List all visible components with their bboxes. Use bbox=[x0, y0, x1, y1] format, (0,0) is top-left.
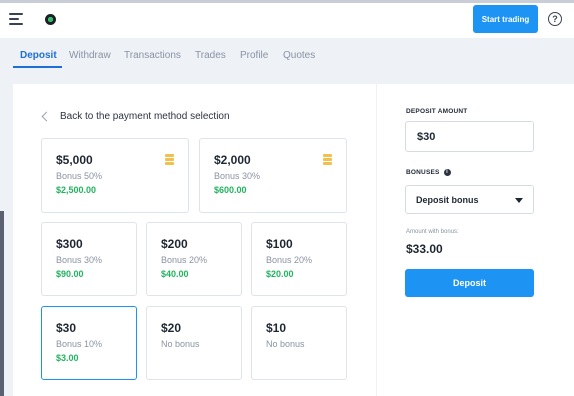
deposit-amount-field[interactable]: $30 bbox=[405, 121, 534, 152]
tab-withdraw[interactable]: Withdraw bbox=[69, 50, 111, 61]
option-amount: $5,000 bbox=[56, 153, 93, 167]
bonus-select[interactable]: Deposit bonus bbox=[405, 185, 534, 214]
option-bonus: Bonus 20% bbox=[266, 255, 313, 265]
option-bonus: Bonus 20% bbox=[161, 255, 208, 265]
deposit-button[interactable]: Deposit bbox=[405, 269, 534, 297]
back-link-label: Back to the payment method selection bbox=[60, 110, 230, 122]
back-to-payment-methods-link[interactable]: Back to the payment method selection bbox=[41, 109, 230, 123]
option-bonus-value: $2,500.00 bbox=[56, 185, 97, 195]
option-bonus-value: $3.00 bbox=[56, 353, 79, 363]
tab-transactions[interactable]: Transactions bbox=[124, 50, 181, 61]
bonuses-label-text: BONUSES bbox=[406, 169, 440, 177]
option-amount: $30 bbox=[56, 321, 77, 335]
tab-deposit[interactable]: Deposit bbox=[20, 50, 57, 61]
coins-icon bbox=[323, 154, 332, 166]
tab-profile[interactable]: Profile bbox=[240, 50, 268, 61]
caret-down-icon bbox=[515, 198, 523, 203]
option-bonus-value: $40.00 bbox=[161, 269, 189, 279]
top-edge-divider bbox=[0, 0, 574, 3]
bonus-select-value: Deposit bonus bbox=[416, 194, 479, 205]
amount-with-bonus-value: $33.00 bbox=[406, 242, 443, 256]
option-bonus: No bonus bbox=[266, 339, 305, 349]
option-amount: $100 bbox=[266, 237, 293, 251]
amount-with-bonus-label: Amount with bonus: bbox=[406, 229, 459, 235]
top-bar: Start trading ? bbox=[0, 0, 574, 38]
hamburger-menu-icon[interactable] bbox=[9, 13, 23, 25]
help-icon[interactable]: ? bbox=[548, 12, 562, 26]
option-bonus: Bonus 10% bbox=[56, 339, 103, 349]
option-bonus: Bonus 30% bbox=[214, 171, 261, 181]
option-amount: $2,000 bbox=[214, 153, 251, 167]
coins-icon bbox=[165, 154, 174, 166]
option-amount: $300 bbox=[56, 237, 83, 251]
account-tabs: Deposit Withdraw Transactions Trades Pro… bbox=[0, 38, 574, 72]
chevron-left-icon bbox=[41, 111, 52, 121]
deposit-option-10[interactable]: $10 No bonus bbox=[251, 306, 347, 380]
deposit-option-20[interactable]: $20 No bonus bbox=[146, 306, 242, 380]
deposit-option-30[interactable]: $30 Bonus 10% $3.00 bbox=[41, 306, 137, 380]
info-icon[interactable]: i bbox=[443, 169, 451, 176]
brand-logo-icon[interactable] bbox=[45, 14, 56, 25]
tab-quotes[interactable]: Quotes bbox=[283, 50, 315, 61]
option-amount: $200 bbox=[161, 237, 188, 251]
option-bonus-value: $90.00 bbox=[56, 269, 84, 279]
active-tab-indicator bbox=[13, 66, 62, 68]
deposit-option-200[interactable]: $200 Bonus 20% $40.00 bbox=[146, 222, 242, 296]
deposit-option-5000[interactable]: $5,000 Bonus 50% $2,500.00 bbox=[41, 138, 189, 213]
deposit-option-300[interactable]: $300 Bonus 30% $90.00 bbox=[41, 222, 137, 296]
option-bonus: Bonus 50% bbox=[56, 171, 103, 181]
option-bonus: Bonus 30% bbox=[56, 255, 103, 265]
option-bonus-value: $20.00 bbox=[266, 269, 294, 279]
deposit-option-100[interactable]: $100 Bonus 20% $20.00 bbox=[251, 222, 347, 296]
option-amount: $20 bbox=[161, 321, 182, 335]
option-amount: $10 bbox=[266, 321, 287, 335]
bonuses-label: BONUSES i bbox=[406, 169, 451, 176]
deposit-option-2000[interactable]: $2,000 Bonus 30% $600.00 bbox=[199, 138, 347, 213]
tab-trades[interactable]: Trades bbox=[195, 50, 226, 61]
start-trading-button[interactable]: Start trading bbox=[473, 5, 538, 33]
left-edge-strip bbox=[0, 211, 4, 396]
option-bonus-value: $600.00 bbox=[214, 185, 247, 195]
deposit-amount-label: DEPOSIT AMOUNT bbox=[406, 108, 468, 115]
option-bonus: No bonus bbox=[161, 339, 200, 349]
